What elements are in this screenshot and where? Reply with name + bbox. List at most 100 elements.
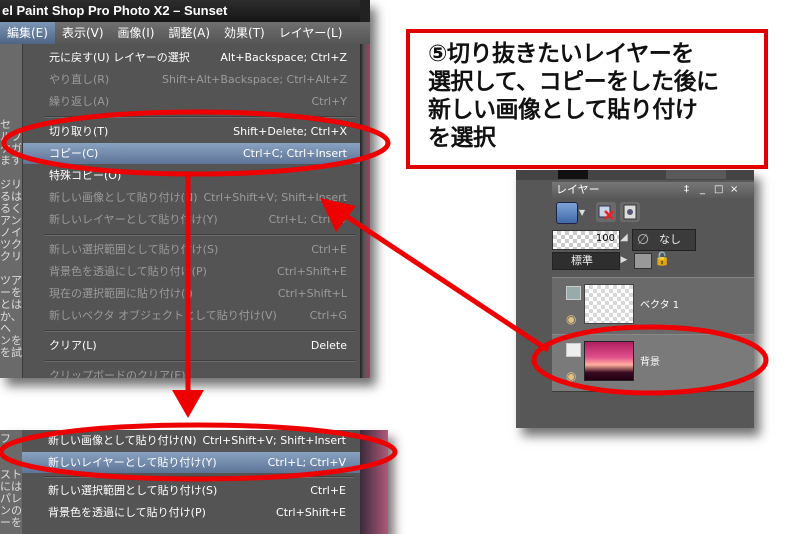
delete-x-icon xyxy=(598,205,614,220)
window-edge xyxy=(360,0,370,22)
menu-item-shortcut: Ctrl+Shift+V; Shift+Insert xyxy=(202,434,346,447)
menu-item-clear[interactable]: クリア(L) Delete xyxy=(23,335,361,356)
menu-item-redo[interactable]: やり直し(R) Shift+Alt+Backspace; Ctrl+Alt+Z xyxy=(23,69,361,90)
menu-layers[interactable]: レイヤー(L) xyxy=(272,22,350,44)
maximize-icon[interactable]: □ xyxy=(714,182,723,198)
menu-item-shortcut: Ctrl+Shift+L xyxy=(277,287,347,300)
menu-item-paste-into-selection[interactable]: 現在の選択範囲に貼り付け(I) Ctrl+Shift+L xyxy=(23,283,361,304)
background-help-text: フ スト には パレ ンの ーを xyxy=(0,430,22,534)
menu-separator xyxy=(45,234,355,236)
menu-item-shortcut: Ctrl+L; Ctrl+V xyxy=(267,456,346,469)
menu-item-shortcut: Delete xyxy=(310,339,347,352)
edit-menu-screenshot: el Paint Shop Pro Photo X2 – Sunset 編集(E… xyxy=(0,0,370,378)
menu-item-paste-as-new-selection[interactable]: 新しい選択範囲として貼り付け(S) Ctrl+E xyxy=(23,239,361,260)
visibility-eye-icon[interactable]: ◉ xyxy=(566,312,576,326)
menu-item-undo[interactable]: 元に戻す(U) レイヤーの選択 Alt+Backspace; Ctrl+Z xyxy=(23,47,361,68)
mask-label: なし xyxy=(659,233,681,246)
palette-swatch xyxy=(558,170,588,179)
menu-image[interactable]: 画像(I) xyxy=(111,22,162,44)
menu-item-shortcut: Ctrl+Shift+E xyxy=(276,506,346,519)
layer-name: ベクタ 1 xyxy=(640,300,680,311)
blend-mode-value: 標準 xyxy=(571,254,593,267)
arrow-down-head xyxy=(172,390,204,418)
menu-item-shortcut: Ctrl+L; Ctrl+V xyxy=(268,213,347,226)
menu-item-label: コピー(C) xyxy=(49,147,99,160)
lock-transparency-icon[interactable] xyxy=(634,253,652,269)
lock-icon[interactable]: 🔓 xyxy=(654,252,670,267)
menu-item-paste-as-new-layer[interactable]: 新しいレイヤーとして貼り付け(Y) Ctrl+L; Ctrl+V xyxy=(23,209,361,230)
callout-line: ⑤切り抜きたいレイヤーを xyxy=(428,41,694,67)
opacity-slider-icon[interactable]: ◢ xyxy=(620,232,630,246)
raster-layer-icon xyxy=(566,343,581,357)
menu-item-label: 現在の選択範囲に貼り付け(I) xyxy=(49,287,193,300)
menu-item-shortcut: Ctrl+Shift+E xyxy=(277,265,347,278)
background-help-text: セ ルプ ケガ ます ジリ るは るく アン ノイ ツク クリ ツア ーを とは… xyxy=(0,44,22,378)
menu-item-label: 新しい画像として貼り付け(N) xyxy=(49,191,198,204)
menu-view[interactable]: 表示(V) xyxy=(55,22,111,44)
menu-item-label: 切り取り(T) xyxy=(49,125,109,138)
visibility-eye-icon[interactable]: ◉ xyxy=(566,369,576,383)
layer-row-vector[interactable]: ベクタ 1 ◉ xyxy=(552,277,754,335)
delete-layer-icon[interactable] xyxy=(596,202,616,222)
canvas-edge xyxy=(360,430,388,534)
edit-dropdown-menu-after: 新しい画像として貼り付け(N) Ctrl+Shift+V; Shift+Inser… xyxy=(22,430,360,534)
layer-row-background[interactable]: 背景 ◉ xyxy=(552,334,754,392)
edit-menu-after-screenshot: フ スト には パレ ンの ーを 新しい画像として貼り付け(N) Ctrl+Shi… xyxy=(0,430,388,534)
window-title: el Paint Shop Pro Photo X2 – Sunset xyxy=(0,0,370,22)
menu-effects[interactable]: 効果(T) xyxy=(217,22,272,44)
menu-item-clear-clipboard[interactable]: クリップボードのクリア(E) xyxy=(23,365,361,378)
dropdown-arrow-icon[interactable]: ▼ xyxy=(579,208,585,217)
menu-item-paste-as-new-layer[interactable]: 新しいレイヤーとして貼り付け(Y) Ctrl+L; Ctrl+V xyxy=(22,452,360,473)
layers-panel-title: レイヤー xyxy=(556,183,600,196)
pin-icon[interactable]: ‡ xyxy=(684,182,689,198)
menu-item-shortcut: Ctrl+Y xyxy=(311,95,347,108)
layers-panel: レイヤー ‡ _ □ × ▼ 100 ◢ ∅ なし 標準 ▶ 🔓 + ベクタ 1… xyxy=(516,170,754,428)
minimize-icon[interactable]: _ xyxy=(700,182,705,198)
opacity-field[interactable]: 100 xyxy=(552,230,620,250)
link-icon: ∅ xyxy=(637,232,650,248)
menu-item-repeat[interactable]: 繰り返し(A) Ctrl+Y xyxy=(23,91,361,112)
layer-properties-icon[interactable] xyxy=(620,202,640,222)
menu-item-paste-as-vector[interactable]: 新しいベクタ オブジェクトとして貼り付け(V) Ctrl+G xyxy=(23,305,361,326)
menu-item-paste-as-new-image[interactable]: 新しい画像として貼り付け(N) Ctrl+Shift+V; Shift+Inser… xyxy=(23,187,361,208)
menu-item-paste-as-new-image[interactable]: 新しい画像として貼り付け(N) Ctrl+Shift+V; Shift+Inser… xyxy=(22,430,360,451)
menu-item-paste-transparent[interactable]: 背景色を透過にして貼り付け(P) Ctrl+Shift+E xyxy=(23,261,361,282)
layers-panel-titlebar[interactable]: レイヤー ‡ _ □ × xyxy=(552,182,754,198)
strip-fragment: を試 xyxy=(0,346,22,359)
menu-separator xyxy=(45,360,355,362)
properties-icon xyxy=(623,204,637,220)
new-layer-icon[interactable] xyxy=(556,202,578,224)
menu-item-paste-transparent[interactable]: 背景色を透過にして貼り付け(P) Ctrl+Shift+E xyxy=(22,502,360,523)
menu-item-label: 新しい選択範囲として貼り付け(S) xyxy=(49,243,219,256)
menu-item-special-copy[interactable]: 特殊コピー(O) xyxy=(23,165,361,186)
menu-item-paste-as-new-selection[interactable]: 新しい選択範囲として貼り付け(S) Ctrl+E xyxy=(22,480,360,501)
menu-item-cut[interactable]: 切り取り(T) Shift+Delete; Ctrl+X xyxy=(23,121,361,142)
menu-separator xyxy=(44,476,354,478)
menu-item-label: 繰り返し(A) xyxy=(49,95,110,108)
menu-item-label: 新しいレイヤーとして貼り付け(Y) xyxy=(49,213,218,226)
mask-link-button[interactable]: ∅ なし xyxy=(632,229,696,251)
menu-item-label: 新しい選択範囲として貼り付け(S) xyxy=(48,484,218,497)
menu-item-label: クリップボードのクリア(E) xyxy=(49,369,186,378)
menu-edit[interactable]: 編集(E) xyxy=(0,22,55,44)
menu-item-shortcut: Alt+Backspace; Ctrl+Z xyxy=(220,51,347,64)
opacity-value: 100 xyxy=(595,233,615,244)
canvas-edge xyxy=(360,44,370,378)
menu-item-label: 背景色を透過にして貼り付け(P) xyxy=(49,265,207,278)
palette-swatch xyxy=(666,170,726,179)
menu-item-label: やり直し(R) xyxy=(49,73,110,86)
chevron-right-icon[interactable]: ▶ xyxy=(618,252,630,268)
blend-mode-select[interactable]: 標準 xyxy=(552,252,620,270)
menu-item-shortcut: Ctrl+Shift+V; Shift+Insert xyxy=(203,191,347,204)
menu-item-shortcut: Shift+Alt+Backspace; Ctrl+Alt+Z xyxy=(162,73,347,86)
menu-bar: 編集(E) 表示(V) 画像(I) 調整(A) 効果(T) レイヤー(L) xyxy=(0,22,370,44)
layer-thumbnail xyxy=(584,284,634,324)
menu-adjust[interactable]: 調整(A) xyxy=(161,22,217,44)
callout-line: 選択して、コピーをした後に xyxy=(428,69,719,95)
menu-item-copy[interactable]: コピー(C) Ctrl+C; Ctrl+Insert xyxy=(23,143,361,164)
menu-item-shortcut: Ctrl+G xyxy=(309,309,347,322)
vector-layer-icon xyxy=(566,286,581,300)
strip-fragment: ます xyxy=(0,154,22,167)
menu-item-label: 新しいレイヤーとして貼り付け(Y) xyxy=(48,456,217,469)
close-icon[interactable]: × xyxy=(730,182,738,198)
